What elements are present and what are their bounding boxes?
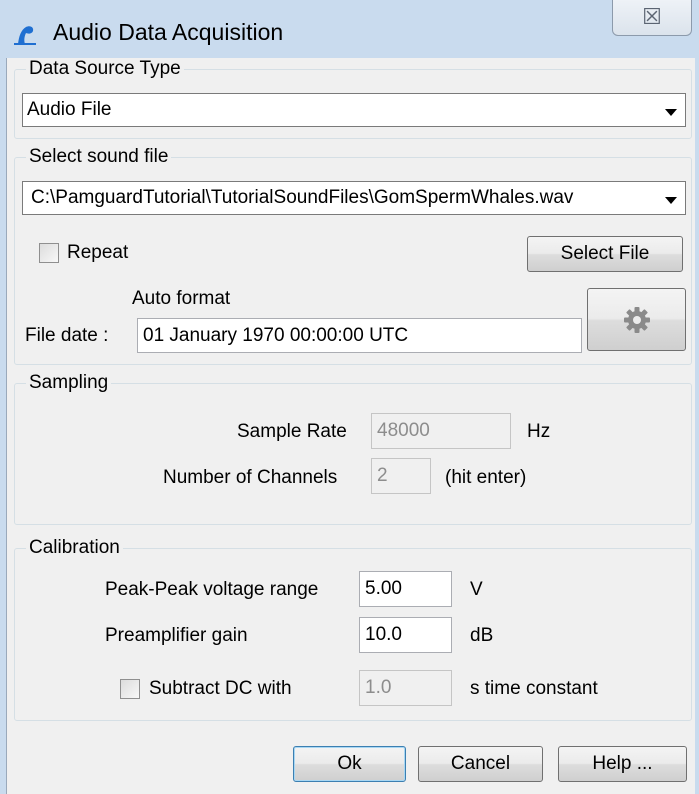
data-source-select[interactable]: Audio File — [22, 93, 686, 127]
dc-time-constant-unit: s time constant — [470, 678, 598, 699]
gear-icon — [624, 307, 650, 333]
sound-file-path: C:\PamguardTutorial\TutorialSoundFiles\G… — [31, 187, 574, 208]
dc-time-constant-input[interactable]: 1.0 — [359, 670, 452, 706]
voltage-range-label: Peak-Peak voltage range — [105, 579, 319, 600]
sampling-legend: Sampling — [26, 372, 112, 394]
voltage-range-unit: V — [470, 579, 483, 600]
subtract-dc-checkbox[interactable] — [120, 679, 140, 699]
dialog-window: Audio Data Acquisition ☒ Data Source Typ… — [0, 0, 699, 794]
subtract-dc-label: Subtract DC with — [149, 678, 292, 699]
file-date-label: File date : — [25, 325, 109, 346]
file-date-input[interactable]: 01 January 1970 00:00:00 UTC — [137, 318, 582, 353]
repeat-checkbox[interactable] — [39, 243, 59, 263]
sampling-group — [14, 383, 692, 525]
preamp-gain-unit: dB — [470, 625, 494, 646]
chevron-down-icon — [665, 109, 677, 116]
window-title: Audio Data Acquisition — [53, 19, 284, 45]
sample-rate-input[interactable]: 48000 — [371, 413, 511, 449]
channels-input[interactable]: 2 — [371, 458, 431, 494]
data-source-legend: Data Source Type — [26, 58, 184, 80]
sound-file-legend: Select sound file — [26, 146, 172, 168]
preamp-gain-input[interactable]: 10.0 — [359, 617, 452, 653]
pamguard-logo-icon — [14, 26, 36, 45]
auto-format-label: Auto format — [132, 288, 231, 309]
voltage-range-input[interactable]: 5.00 — [359, 571, 452, 607]
close-icon: ☒ — [642, 4, 662, 29]
channels-label: Number of Channels — [163, 467, 338, 488]
preamp-gain-label: Preamplifier gain — [105, 625, 248, 646]
dialog-body: Data Source Type Audio File Select sound… — [6, 58, 695, 794]
cancel-button[interactable]: Cancel — [418, 746, 543, 782]
select-file-button[interactable]: Select File — [527, 236, 683, 272]
help-button[interactable]: Help ... — [558, 746, 687, 782]
title-bar[interactable]: Audio Data Acquisition ☒ — [0, 0, 699, 58]
ok-button[interactable]: Ok — [293, 746, 406, 782]
close-button[interactable]: ☒ — [612, 0, 692, 36]
calibration-legend: Calibration — [26, 537, 123, 559]
sample-rate-label: Sample Rate — [237, 421, 347, 442]
sample-rate-unit: Hz — [527, 421, 551, 442]
sound-file-path-select[interactable]: C:\PamguardTutorial\TutorialSoundFiles\G… — [22, 181, 686, 215]
data-source-selected-value: Audio File — [27, 99, 112, 120]
chevron-down-icon — [665, 197, 677, 204]
file-date-settings-button[interactable] — [587, 288, 686, 351]
repeat-label: Repeat — [67, 242, 129, 263]
channels-hint: (hit enter) — [445, 467, 527, 488]
